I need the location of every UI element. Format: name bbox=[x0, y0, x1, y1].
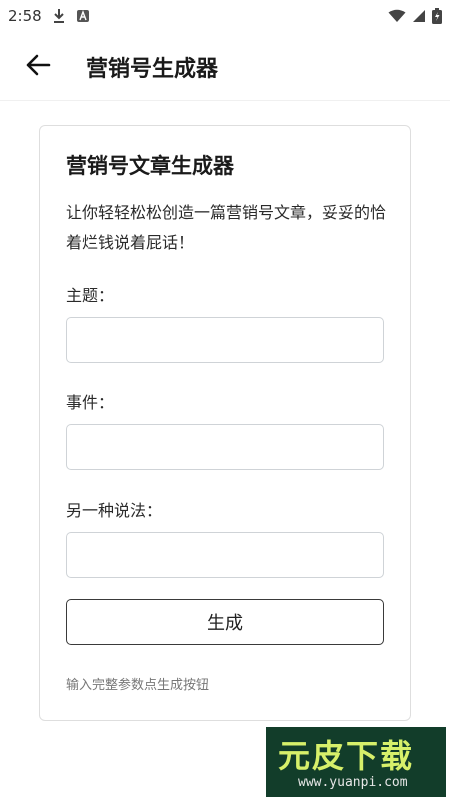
alt-phrase-label: 另一种说法： bbox=[66, 501, 163, 520]
topic-input[interactable] bbox=[66, 317, 384, 363]
generator-card: 营销号文章生成器 让你轻轻松松创造一篇营销号文章，妥妥的恰着烂钱说着屁话！ 主题… bbox=[39, 125, 411, 721]
app-notification-icon bbox=[76, 9, 90, 23]
watermark-url: www.yuanpi.com bbox=[298, 775, 408, 790]
back-button[interactable] bbox=[18, 47, 58, 87]
signal-icon bbox=[412, 9, 426, 23]
hint-text: 输入完整参数点生成按钮 bbox=[66, 678, 210, 693]
status-time: 2:58 bbox=[8, 7, 42, 25]
arrow-left-icon bbox=[25, 54, 51, 80]
card-description: 让你轻轻松松创造一篇营销号文章，妥妥的恰着烂钱说着屁话！ bbox=[66, 203, 387, 252]
event-input[interactable] bbox=[66, 424, 384, 470]
card-title: 营销号文章生成器 bbox=[66, 154, 234, 178]
download-icon bbox=[52, 8, 66, 24]
battery-charging-icon bbox=[432, 8, 442, 24]
watermark-brand: 元皮下载 bbox=[278, 737, 415, 775]
watermark-logo: 元皮下载 www.yuanpi.com bbox=[266, 727, 446, 797]
topic-label: 主题： bbox=[66, 286, 115, 305]
generate-button[interactable]: 生成 bbox=[66, 599, 384, 645]
status-bar: 2:58 bbox=[0, 0, 450, 32]
page-title: 营销号生成器 bbox=[86, 57, 219, 82]
wifi-icon bbox=[388, 9, 406, 23]
event-label: 事件： bbox=[66, 393, 115, 412]
alt-phrase-input[interactable] bbox=[66, 532, 384, 578]
app-bar: 营销号生成器 bbox=[0, 34, 450, 101]
